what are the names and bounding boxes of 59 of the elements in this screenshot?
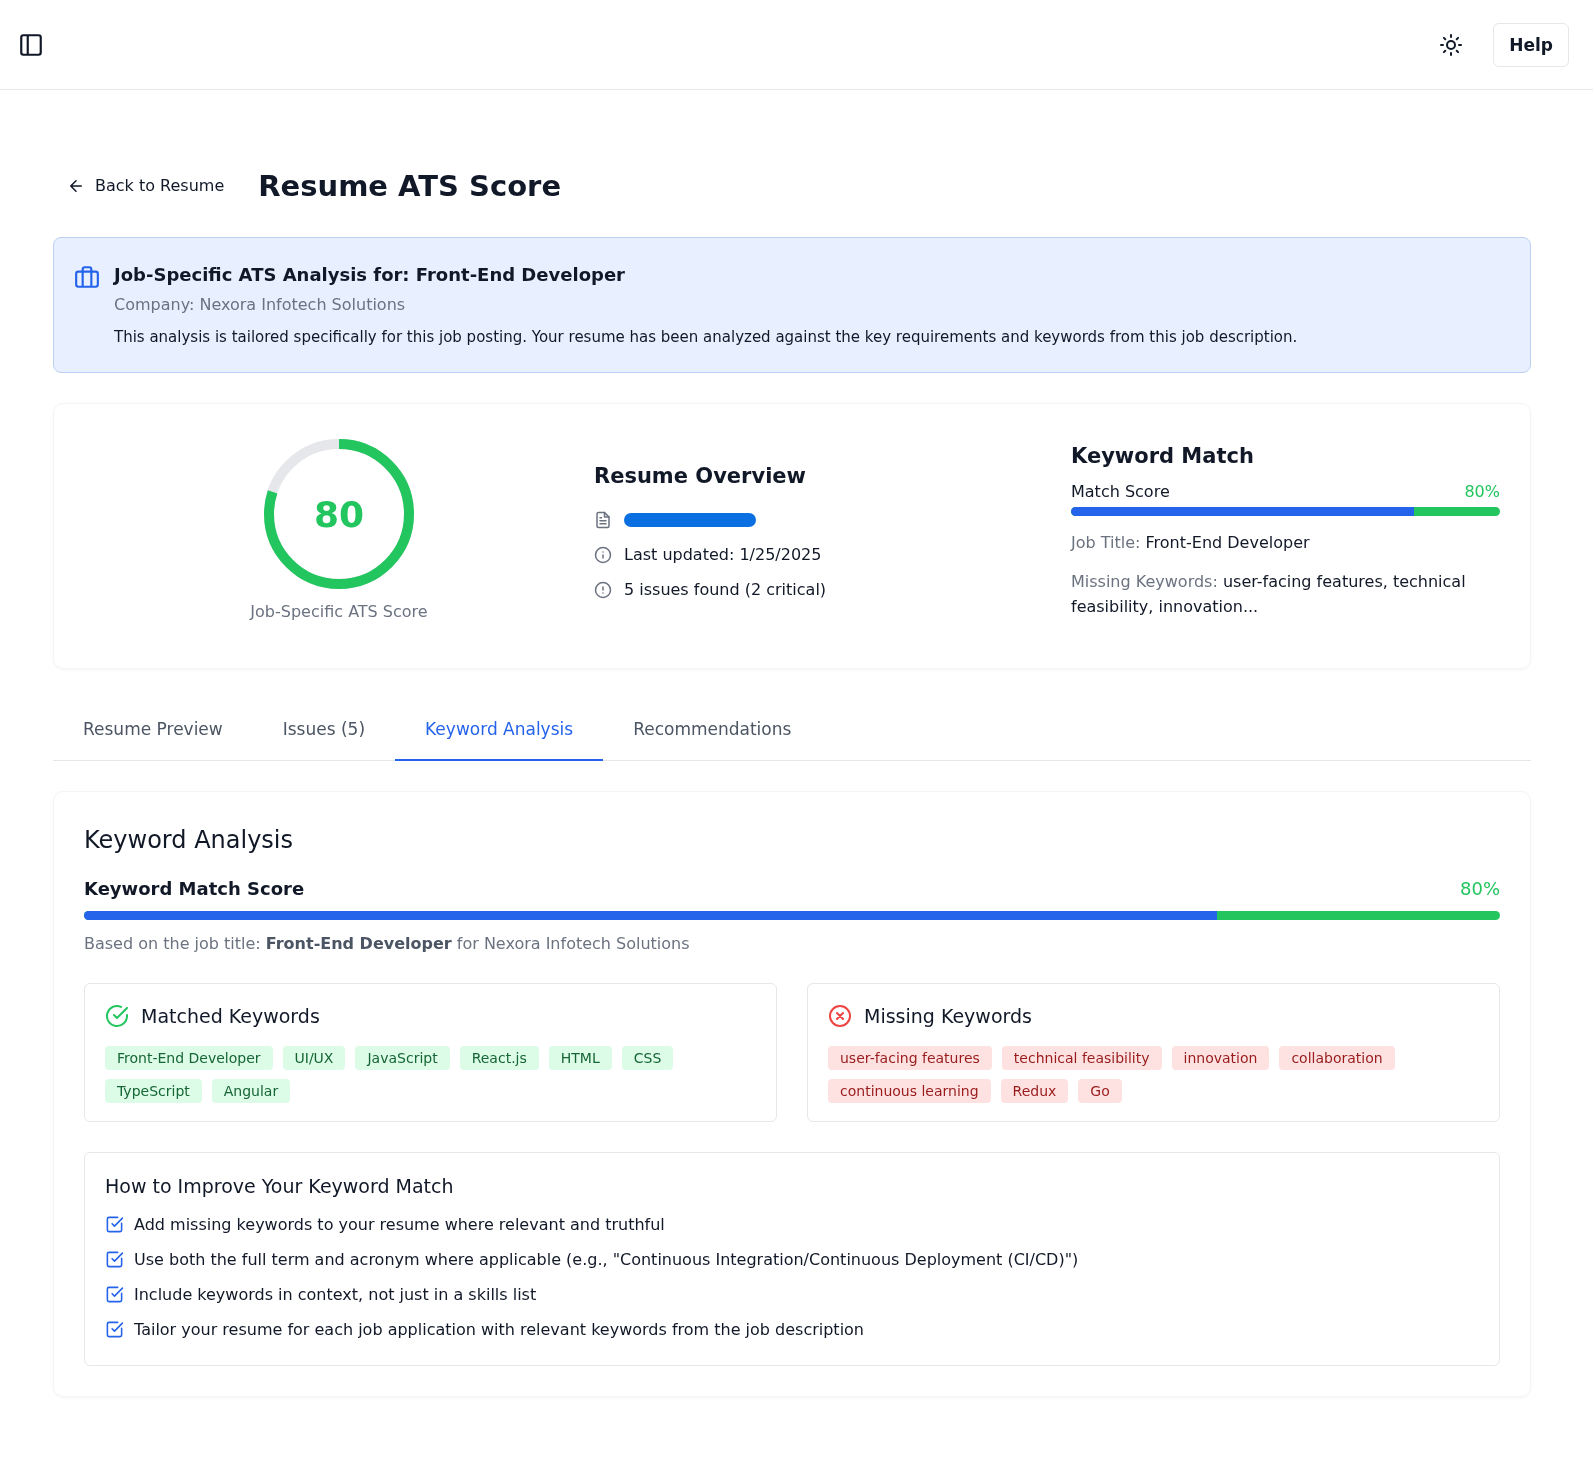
card-title: Missing Keywords: [864, 1005, 1032, 1027]
keyword-score-label: Keyword Match Score: [84, 878, 305, 899]
missing-keywords-text: Missing Keywords: user-facing features, technical feasibility, innovation...: [1071, 571, 1467, 618]
tip-text: Add missing keywords to your resume where relevant and truthful: [134, 1215, 665, 1234]
checkbox-icon: [105, 1250, 124, 1269]
tab[interactable]: Recommendations: [603, 699, 822, 761]
basis-text: Based on the job title: Front-End Developer for Nexora Infotech Solutions: [84, 934, 691, 953]
banner-title: Job-Specific ATS Analysis for: Front-End Developer: [114, 264, 626, 285]
keyword-score-value: 80%: [1460, 878, 1500, 899]
keyword-tag: Redux: [1000, 1079, 1069, 1103]
checkbox-icon: [105, 1320, 124, 1339]
job-title-value: Front-End Developer: [1145, 533, 1310, 552]
tab[interactable]: Keyword Analysis: [395, 699, 604, 761]
tip-text: Include keywords in context, not just in a skills list: [134, 1285, 537, 1304]
keyword-tag: TypeScript: [105, 1079, 202, 1103]
tip-text: Use both the full term and acronym where applicable (e.g., "Continuous Integration/Continuous Deployment (CI/CD)"): [134, 1250, 1079, 1269]
checkbox-icon: [105, 1215, 124, 1234]
alert-icon: [594, 580, 612, 599]
score-label: Job-Specific ATS Score: [250, 602, 428, 621]
sun-icon[interactable]: [1439, 32, 1464, 57]
tab[interactable]: Resume Preview: [53, 699, 253, 761]
keyword-tag: Go: [1078, 1079, 1122, 1103]
keyword-tag: UI/UX: [282, 1046, 346, 1070]
keyword-tag: JavaScript: [355, 1046, 450, 1070]
banner-description: This analysis is tailored specifically for this job posting. Your resume has been analyzed against the key requirements and keywords from this job description.: [114, 328, 1298, 346]
page-title: Resume ATS Score: [258, 168, 562, 203]
keyword-tag: Front-End Developer: [105, 1046, 273, 1070]
overview-title: Resume Overview: [594, 464, 807, 488]
keyword-tag: React.js: [459, 1046, 539, 1070]
keyword-tag: Angular: [211, 1079, 291, 1103]
overview-text: Last updated: 1/25/2025: [624, 545, 822, 564]
briefcase-icon: [74, 264, 100, 290]
check-circle-icon: [105, 1004, 129, 1028]
keyword-tag: CSS: [621, 1046, 674, 1070]
keyword-tag: collaboration: [1279, 1046, 1395, 1070]
keyword-tag: continuous learning: [828, 1079, 991, 1103]
section-title: Keyword Analysis: [84, 826, 294, 854]
score-value: 80: [313, 493, 365, 535]
tip-text: Tailor your resume for each job application with relevant keywords from the job description: [134, 1320, 864, 1339]
company-text: Company: Nexora Infotech Solutions: [114, 295, 407, 314]
job-title-label: Job Title:: [1071, 533, 1141, 552]
tips-title: How to Improve Your Keyword Match: [105, 1175, 455, 1197]
keyword-tag: HTML: [548, 1046, 612, 1070]
checkbox-icon: [105, 1285, 124, 1304]
x-circle-icon: [828, 1004, 852, 1028]
keyword-match-title: Keyword Match: [1071, 444, 1255, 468]
card-title: Matched Keywords: [141, 1005, 320, 1027]
overview-text: 5 issues found (2 critical): [624, 580, 827, 599]
sidebar-toggle-icon[interactable]: [18, 31, 44, 58]
info-icon: [594, 545, 612, 564]
back-link[interactable]: Back to Resume: [67, 168, 225, 203]
document-icon: [594, 510, 612, 529]
match-score-label: Match Score: [1071, 482, 1170, 501]
keyword-tag: innovation: [1171, 1046, 1270, 1070]
keyword-tag: technical feasibility: [1001, 1046, 1162, 1070]
help-button[interactable]: Help: [1493, 22, 1569, 67]
keyword-tag: user-facing features: [828, 1046, 992, 1070]
match-score-value: 80%: [1464, 482, 1500, 501]
tab[interactable]: Issues (5): [252, 699, 396, 761]
